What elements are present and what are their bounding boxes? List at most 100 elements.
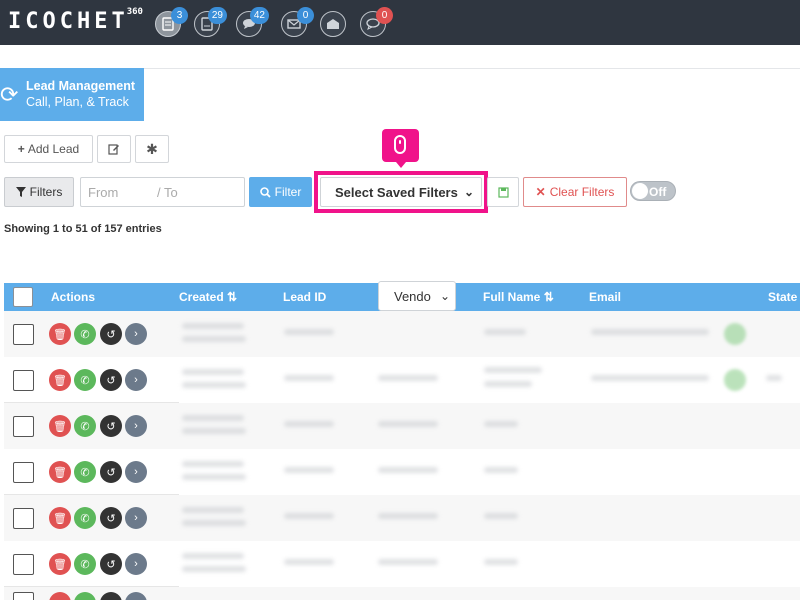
history-icon[interactable]: ↺ [100,369,122,391]
delete-icon[interactable]: 🗑 [49,553,71,575]
phone-icon[interactable]: ✆ [74,415,96,437]
close-icon: ✕ [535,185,546,199]
header-state[interactable]: State [768,290,797,304]
row-checkbox[interactable] [13,462,34,483]
tab-lead-management[interactable]: ⟳ Lead Management Call, Plan, & Track [0,68,144,121]
row-checkbox[interactable] [13,592,34,600]
row-checkbox[interactable] [13,554,34,575]
filters-button[interactable]: Filters [4,177,74,207]
chevron-right-icon[interactable]: › [125,461,147,483]
filter-button[interactable]: Filter [249,177,312,207]
chevron-down-icon: ⌄ [439,289,450,303]
history-icon[interactable]: ↺ [100,461,122,483]
header-created[interactable]: Created ⇅ [179,290,237,304]
tab-title: Lead Management [26,79,136,93]
sort-icon: ⇅ [543,290,554,304]
table-row[interactable]: 🗑 ✆ ↺ › [4,449,800,495]
delete-icon[interactable] [49,592,71,600]
notification-badge: 3 [171,7,188,24]
phone-icon[interactable]: ✆ [74,553,96,575]
date-range-input[interactable]: From / To [80,177,245,207]
redacted-name [484,559,518,565]
phone-icon[interactable]: ✆ [74,323,96,345]
open-mail-icon[interactable] [320,11,346,37]
redacted-vendor [378,513,438,519]
chevron-right-icon[interactable]: › [125,507,147,529]
row-checkbox[interactable] [13,324,34,345]
toggle-knob [632,183,648,199]
delete-icon[interactable]: 🗑 [49,323,71,345]
document-icon[interactable]: 3 [155,7,188,37]
header-actions: Actions [51,290,96,304]
clear-filters-button[interactable]: ✕ Clear Filters [523,177,627,207]
redacted-created [182,323,244,329]
header-lead-id[interactable]: Lead ID [283,290,326,304]
redacted-lead-id [284,513,334,519]
header-email[interactable]: Email [589,290,621,304]
phone-icon[interactable]: ✆ [74,507,96,529]
filter-toggle[interactable]: Off [630,181,676,201]
delete-icon[interactable]: 🗑 [49,507,71,529]
report-icon[interactable]: 29 [194,7,227,37]
phone-icon[interactable]: ✆ [74,369,96,391]
redacted-name [484,421,518,427]
select-all-checkbox[interactable] [13,287,33,307]
mail-icon[interactable]: 0 [281,7,314,37]
chevron-right-icon[interactable] [125,592,147,600]
table-row[interactable]: 🗑 ✆ ↺ › [4,403,800,449]
delete-icon[interactable]: 🗑 [49,461,71,483]
table-row[interactable]: 🗑 ✆ ↺ › [4,541,800,587]
phone-icon[interactable]: ✆ [74,461,96,483]
refresh-icon: ⟳ [0,82,19,107]
history-icon[interactable] [100,592,122,600]
chevron-right-icon[interactable]: › [125,553,147,575]
status-dot [724,369,746,391]
delete-icon[interactable]: 🗑 [49,415,71,437]
sort-icon: ⇅ [227,290,238,304]
redacted-email [591,375,709,381]
table-row[interactable]: 🗑 ✆ ↺ › [4,495,800,541]
delete-icon[interactable]: 🗑 [49,369,71,391]
notification-badge: 0 [297,7,314,24]
comment-icon[interactable]: 0 [360,7,393,37]
redacted-name [484,513,518,519]
chevron-right-icon[interactable]: › [125,369,147,391]
app-logo[interactable]: ICOCHET360 [8,7,143,34]
notification-badge: 0 [376,7,393,24]
phone-icon[interactable] [74,592,96,600]
date-from-field[interactable]: From [88,185,118,200]
row-checkbox[interactable] [13,416,34,437]
table-row[interactable] [4,587,800,600]
history-icon[interactable]: ↺ [100,553,122,575]
history-icon[interactable]: ↺ [100,415,122,437]
entries-summary: Showing 1 to 51 of 157 entries [4,223,162,235]
redacted-lead-id [284,421,334,427]
add-lead-button[interactable]: + Add Lead [4,135,93,163]
edit-button[interactable] [97,135,131,163]
date-to-field[interactable]: / To [157,185,178,200]
redacted-created [182,474,246,480]
funnel-icon [15,187,26,197]
save-filter-button[interactable] [487,177,519,207]
history-icon[interactable]: ↺ [100,507,122,529]
redacted-lead-id [284,375,334,381]
history-icon[interactable]: ↺ [100,323,122,345]
redacted-lead-id [284,329,334,335]
redacted-name [484,367,542,373]
redacted-created [182,461,244,467]
row-checkbox[interactable] [13,508,34,529]
gear-icon: ✱ [146,140,158,157]
header-full-name[interactable]: Full Name ⇅ [483,290,554,304]
chat-icon[interactable]: 42 [236,7,269,37]
edit-icon [108,144,119,155]
vendor-filter-select[interactable]: Vendo ⌄ [378,281,456,311]
settings-button[interactable]: ✱ [135,135,169,163]
row-checkbox[interactable] [13,370,34,391]
chevron-right-icon[interactable]: › [125,415,147,437]
chevron-right-icon[interactable]: › [125,323,147,345]
redacted-created [182,553,244,559]
redacted-state [766,375,782,381]
table-row[interactable]: 🗑 ✆ ↺ › [4,357,800,403]
table-row[interactable]: 🗑 ✆ ↺ › [4,311,800,357]
plus-icon: + [17,142,25,156]
